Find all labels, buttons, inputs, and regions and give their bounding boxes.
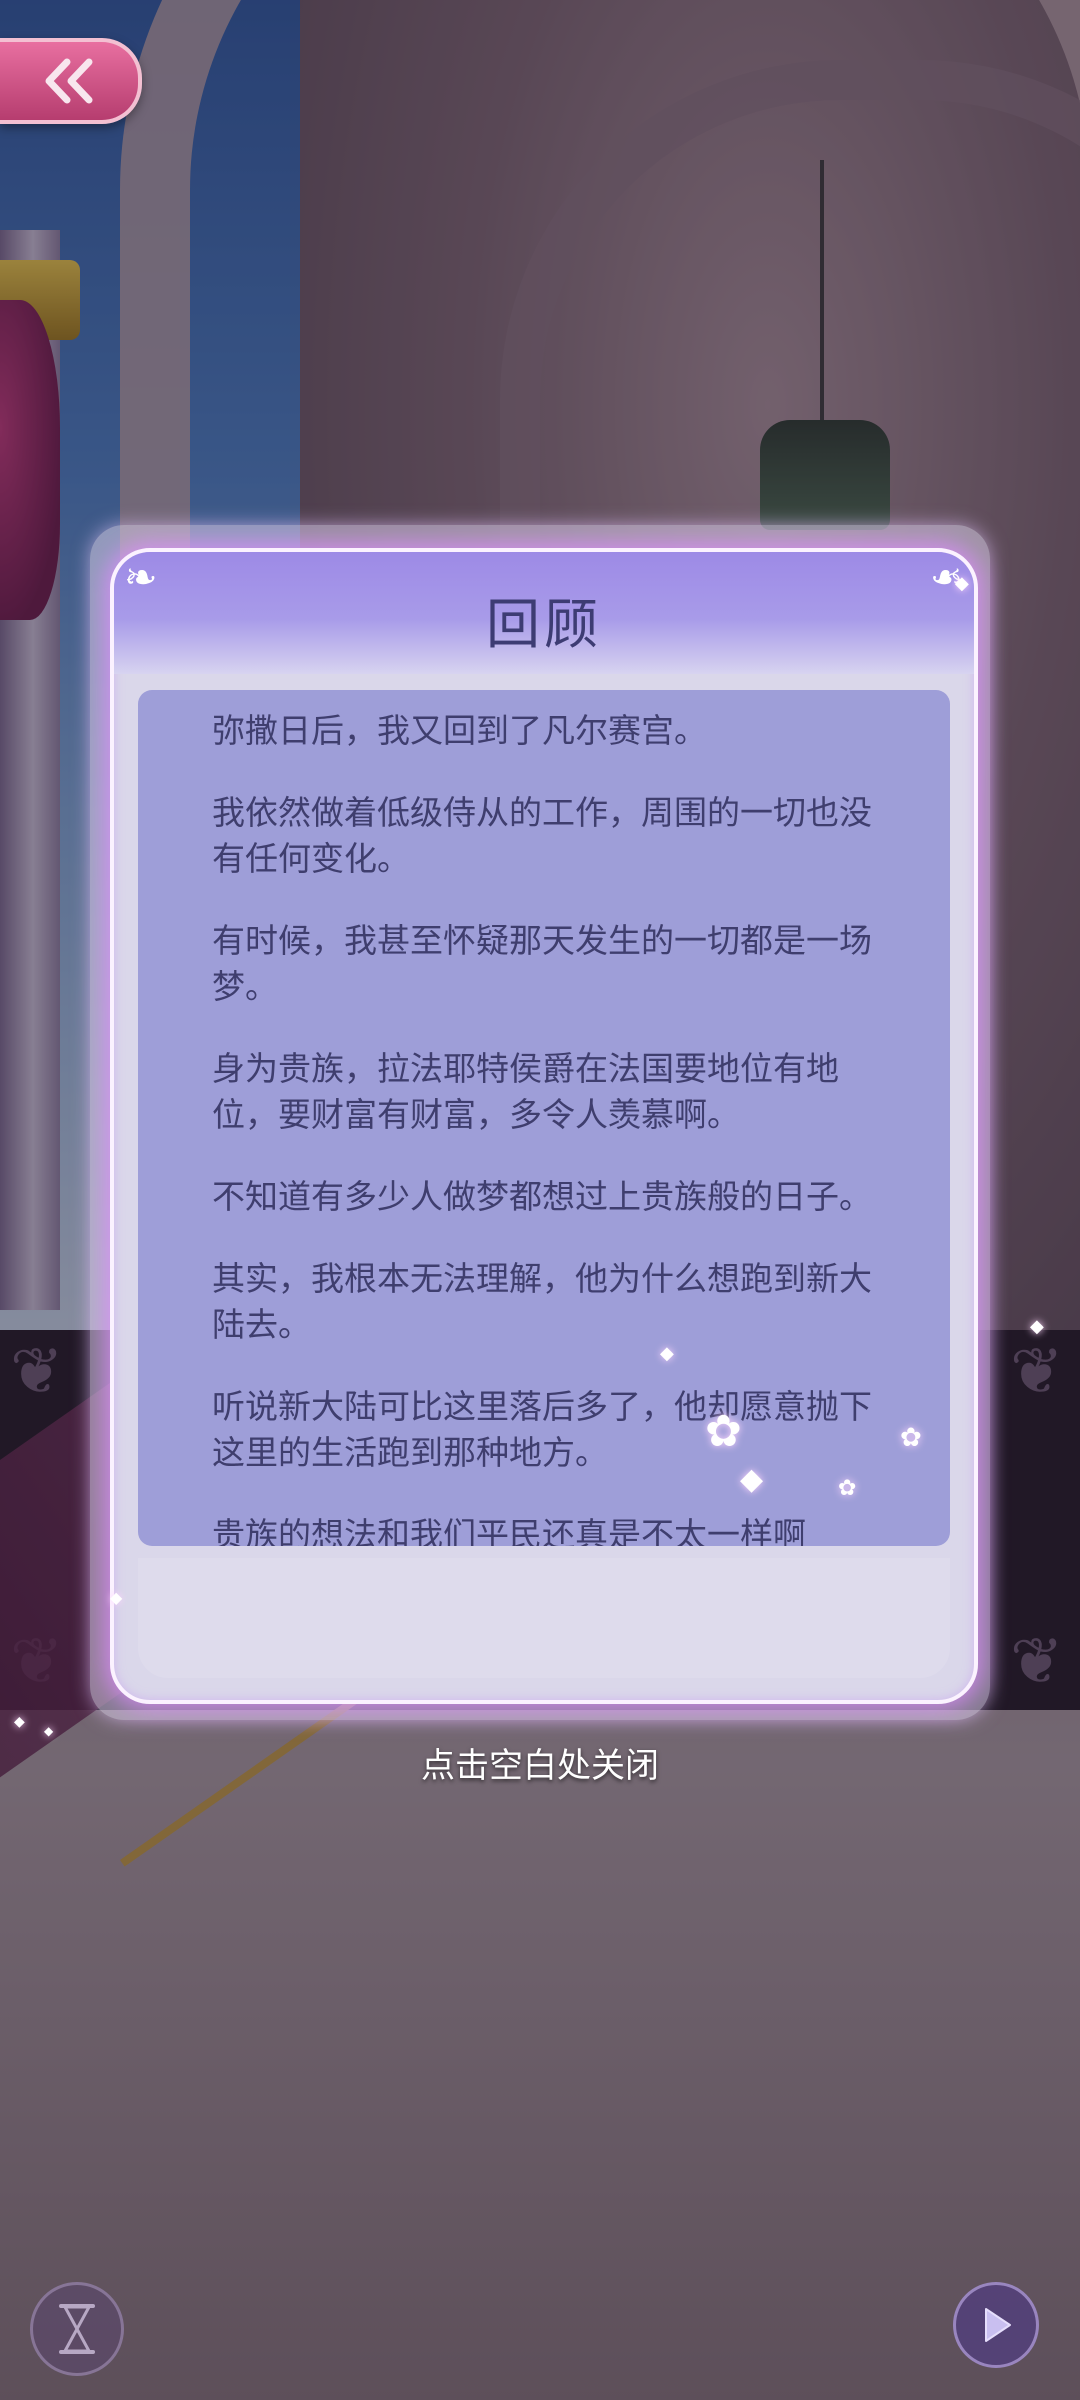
review-paragraph: 听说新大陆可比这里落后多了，他却愿意抛下这里的生活跑到那种地方。 — [212, 1387, 872, 1472]
play-icon — [985, 2308, 1011, 2342]
dialog-title: 回顾 — [486, 593, 602, 656]
review-paragraph: 不知道有多少人做梦都想过上贵族般的日子。 — [212, 1177, 872, 1216]
review-paragraph: 身为贵族，拉法耶特侯爵在法国要地位有地位，要财富有财富，多令人羡慕啊。 — [212, 1049, 839, 1134]
sparkle-icon: ✿ — [838, 1476, 857, 1501]
review-paragraph: 其实，我根本无法理解，他为什么想跑到新大陆去。 — [212, 1259, 872, 1344]
review-text: 弥撒日后，我又回到了凡尔赛宫。 我依然做着低级侍从的工作，周围的一切也没有任何变… — [212, 708, 872, 1546]
sparkle-icon: ◆ — [740, 1462, 764, 1497]
sparkle-icon: ◆ — [110, 1588, 123, 1607]
review-paragraph: 我依然做着低级侍从的工作，周围的一切也没有任何变化。 — [212, 793, 872, 878]
sparkle-icon: ◆ — [14, 1714, 25, 1730]
double-chevron-left-icon — [45, 58, 93, 104]
review-text-panel[interactable]: 弥撒日后，我又回到了凡尔赛宫。 我依然做着低级侍从的工作，周围的一切也没有任何变… — [138, 690, 950, 1546]
dialog-footer — [138, 1558, 950, 1678]
auto-play-button[interactable] — [30, 2282, 124, 2376]
hourglass-icon — [59, 2304, 95, 2354]
sparkle-icon: ✿ — [705, 1406, 742, 1457]
sparkle-icon: ◆ — [1030, 1316, 1044, 1337]
review-dialog: ❧ ❧ 回顾 弥撒日后，我又回到了凡尔赛宫。 我依然做着低级侍从的工作，周围的一… — [110, 548, 978, 1704]
review-paragraph: 有时候，我甚至怀疑那天发生的一切都是一场梦。 — [212, 921, 872, 1006]
back-button[interactable] — [0, 38, 142, 124]
review-paragraph: 贵族的想法和我们平民还真是不太一样啊 — [212, 1515, 806, 1546]
sparkle-icon: ◆ — [660, 1343, 674, 1364]
next-button[interactable] — [953, 2282, 1039, 2368]
dialog-header: ❧ ❧ 回顾 — [114, 552, 974, 674]
close-hint: 点击空白处关闭 — [421, 1746, 659, 1786]
sparkle-icon: ◆ — [955, 573, 969, 594]
review-paragraph: 弥撒日后，我又回到了凡尔赛宫。 — [212, 711, 707, 750]
sparkle-icon: ✿ — [900, 1423, 922, 1453]
sparkle-icon: ◆ — [44, 1724, 54, 1738]
